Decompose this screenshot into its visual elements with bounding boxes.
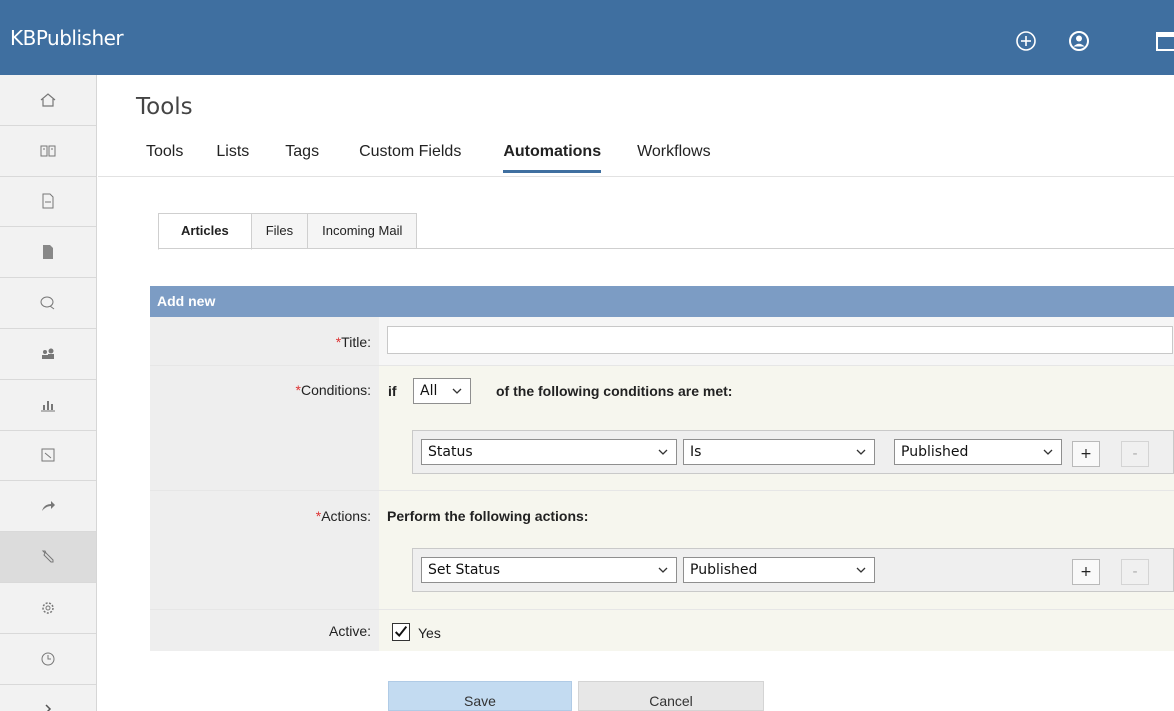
condition-operator-select[interactable]: Is — [683, 439, 875, 465]
home-icon — [40, 93, 56, 107]
tab-lists[interactable]: Lists — [216, 143, 249, 173]
match-select[interactable]: All — [413, 378, 471, 404]
sidebar-item-reports[interactable] — [0, 380, 96, 431]
chevron-right-icon — [45, 704, 52, 711]
sidebar-item-comments[interactable] — [0, 278, 96, 329]
sidebar-item-home[interactable] — [0, 75, 96, 126]
tabs-divider — [98, 176, 1174, 177]
remove-action-button[interactable]: - — [1121, 559, 1149, 585]
save-button[interactable]: Save — [388, 681, 572, 711]
sidebar-item-logs[interactable] — [0, 634, 96, 685]
action-rule: Set Status Published + - — [412, 548, 1174, 592]
chevron-down-icon — [856, 567, 866, 573]
action-type-select[interactable]: Set Status — [421, 557, 677, 583]
conditions-label: *Conditions: — [150, 366, 379, 490]
share-arrow-icon — [42, 501, 55, 512]
book-icon — [40, 145, 56, 157]
remove-condition-button[interactable]: - — [1121, 441, 1149, 467]
chevron-down-icon — [658, 567, 668, 573]
condition-field-select[interactable]: Status — [421, 439, 677, 465]
conditions-tail-text: of the following conditions are met: — [496, 383, 733, 399]
form-header: Add new — [150, 286, 1174, 317]
subtab-incoming-mail[interactable]: Incoming Mail — [308, 213, 418, 249]
conditions-row: *Conditions: if All of the following con… — [150, 366, 1174, 491]
export-icon — [41, 448, 55, 462]
sidebar-item-export[interactable] — [0, 431, 96, 482]
plus-circle-icon[interactable] — [1015, 30, 1037, 52]
tab-automations[interactable]: Automations — [503, 143, 602, 173]
actions-text: Perform the following actions: — [387, 508, 589, 524]
sidebar-item-tools[interactable] — [0, 532, 96, 583]
title-input[interactable] — [387, 326, 1173, 354]
tab-tools[interactable]: Tools — [146, 143, 183, 173]
chevron-down-icon — [1043, 449, 1053, 455]
condition-rule: Status Is Published + - — [412, 430, 1174, 474]
active-checkbox[interactable] — [392, 623, 410, 641]
wrench-icon — [41, 550, 54, 563]
tab-tags[interactable]: Tags — [285, 143, 319, 173]
gear-icon — [42, 602, 54, 614]
sidebar-item-expand[interactable] — [0, 685, 96, 711]
sidebar-item-kb[interactable] — [0, 126, 96, 177]
title-row: *Title: — [150, 317, 1174, 366]
add-condition-button[interactable]: + — [1072, 441, 1100, 467]
chevron-down-icon — [856, 449, 866, 455]
main-tabs: Tools Lists Tags Custom Fields Automatio… — [146, 143, 711, 173]
sidebar-item-articles[interactable] — [0, 177, 96, 228]
sidebar-item-share[interactable] — [0, 481, 96, 533]
if-text: if — [388, 383, 397, 399]
sidebar-item-files[interactable] — [0, 227, 96, 279]
tab-workflows[interactable]: Workflows — [637, 143, 711, 173]
file-icon — [43, 245, 53, 260]
action-value-select[interactable]: Published — [683, 557, 875, 583]
active-label: Active: — [150, 610, 379, 651]
chevron-down-icon — [658, 449, 668, 455]
document-icon — [42, 193, 54, 209]
checkmark-icon — [394, 626, 408, 638]
clock-icon — [41, 652, 55, 666]
subtabs-divider — [158, 248, 1174, 249]
window-icon[interactable] — [1154, 30, 1174, 52]
tab-custom-fields[interactable]: Custom Fields — [359, 143, 461, 173]
actions-label: *Actions: — [150, 491, 379, 609]
user-circle-icon[interactable] — [1068, 30, 1090, 52]
title-label: *Title: — [150, 317, 379, 365]
condition-value-select[interactable]: Published — [894, 439, 1062, 465]
active-yes-label: Yes — [418, 625, 441, 641]
add-action-button[interactable]: + — [1072, 559, 1100, 585]
top-header: KBPublisher — [0, 0, 1174, 75]
sub-tabs: Articles Files Incoming Mail — [158, 213, 418, 250]
sidebar-item-users[interactable] — [0, 329, 96, 380]
chat-icon — [40, 296, 55, 310]
actions-row: *Actions: Perform the following actions:… — [150, 491, 1174, 610]
app-title[interactable]: KBPublisher — [10, 26, 124, 50]
subtab-files[interactable]: Files — [251, 213, 309, 249]
chevron-down-icon — [452, 388, 462, 394]
users-icon — [42, 348, 54, 359]
page-title: Tools — [136, 94, 193, 120]
cancel-button[interactable]: Cancel — [578, 681, 764, 711]
sidebar-item-settings[interactable] — [0, 583, 96, 634]
chart-icon — [41, 400, 55, 412]
subtab-articles[interactable]: Articles — [158, 213, 252, 250]
sidebar — [0, 75, 97, 711]
active-row: Active: Yes — [150, 610, 1174, 651]
